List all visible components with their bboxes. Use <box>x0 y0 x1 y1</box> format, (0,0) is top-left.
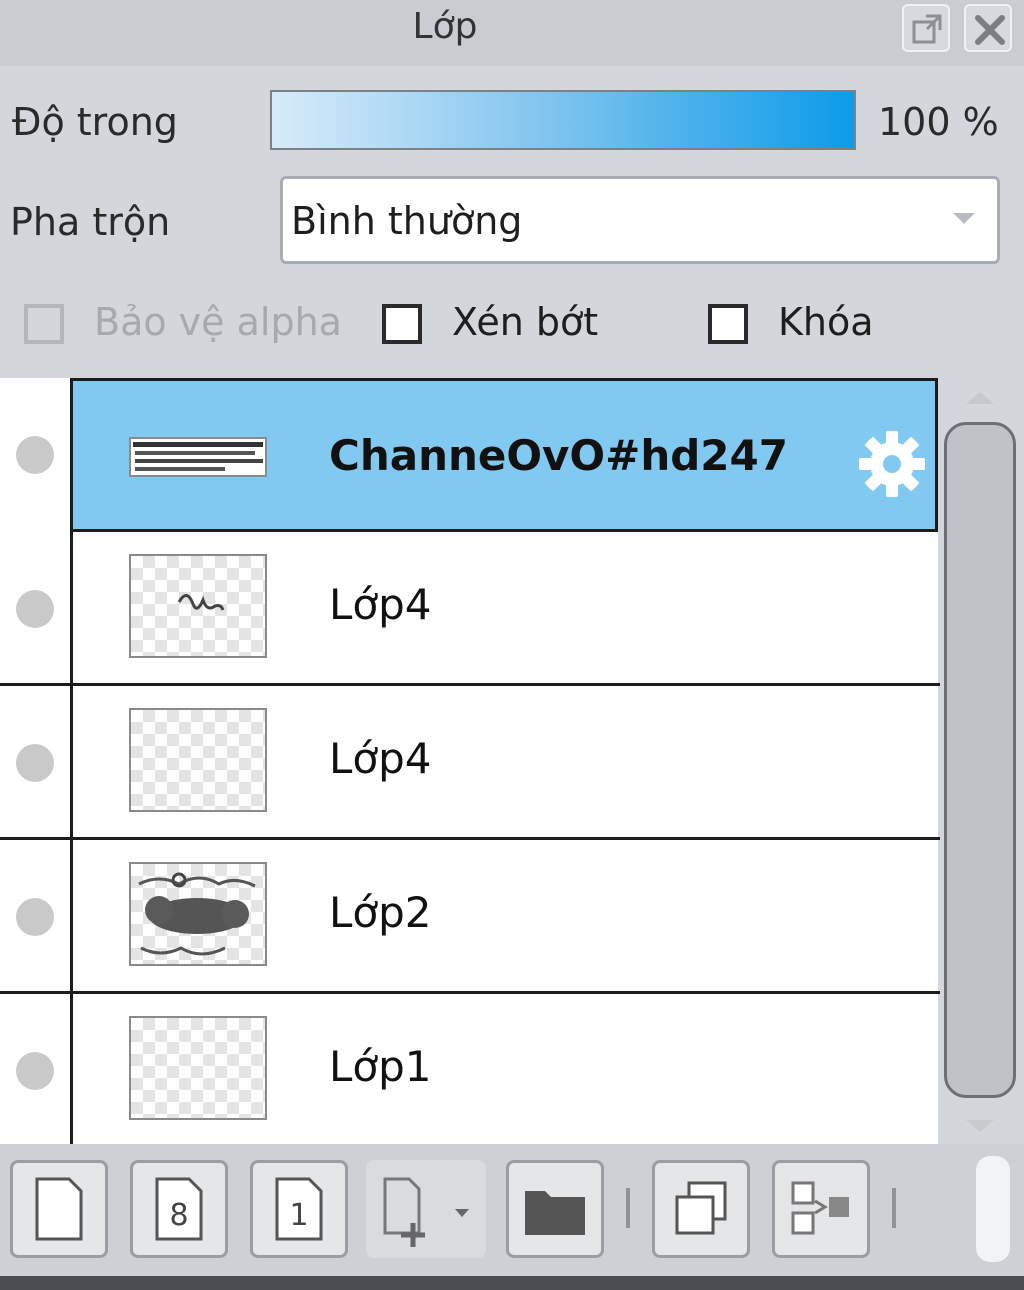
lock-label[interactable]: Khóa <box>778 300 874 344</box>
alpha-protect-label: Bảo vệ alpha <box>94 300 342 344</box>
scroll-down-icon[interactable] <box>966 1120 994 1132</box>
popout-icon <box>912 14 942 44</box>
blend-mode-value: Bình thường <box>291 199 523 243</box>
add-layer-dropdown-button[interactable] <box>366 1160 486 1258</box>
layer-cell[interactable]: ChanneOvO#hd247 <box>70 378 938 532</box>
panel-title: Lớp <box>412 6 478 47</box>
layer-toolbar: 8 1 <box>0 1144 1024 1276</box>
visibility-dot-icon <box>16 898 54 936</box>
layer-list: ChanneOvO#hd247 Lớp4 Lớp4 Lớp2 Lớp1 <box>0 378 940 1144</box>
new-8bit-layer-button[interactable]: 8 <box>130 1160 228 1258</box>
layer-cell[interactable]: Lớp4 <box>70 532 938 686</box>
lock-checkbox[interactable] <box>708 304 748 344</box>
visibility-toggle[interactable] <box>0 532 70 686</box>
opacity-slider[interactable] <box>270 90 856 150</box>
visibility-dot-icon <box>16 1052 54 1090</box>
new-1bit-layer-icon: 1 <box>275 1177 323 1241</box>
panel-bottom-edge <box>0 1276 1024 1290</box>
add-layer-dropdown-icon <box>383 1177 469 1247</box>
new-layer-icon <box>35 1177 83 1241</box>
undock-button[interactable] <box>902 4 950 52</box>
alpha-protect-checkbox <box>24 304 64 344</box>
clip-checkbox[interactable] <box>382 304 422 344</box>
visibility-toggle[interactable] <box>0 994 70 1144</box>
gear-icon[interactable] <box>855 427 929 501</box>
layer-cell[interactable]: Lớp1 <box>70 994 938 1144</box>
blend-mode-label: Pha trộn <box>10 200 171 244</box>
layer-row[interactable]: ChanneOvO#hd247 <box>0 378 940 532</box>
blend-mode-select[interactable]: Bình thường <box>280 176 1000 264</box>
layer-list-scrollbar[interactable] <box>940 378 1024 1144</box>
visibility-dot-icon <box>16 436 54 474</box>
layer-thumbnail <box>129 1016 267 1120</box>
layer-row[interactable]: Lớp2 <box>0 840 940 994</box>
new-folder-button[interactable] <box>506 1160 604 1258</box>
opacity-label: Độ trong <box>12 100 178 144</box>
duplicate-layer-icon <box>675 1181 727 1235</box>
new-layer-button[interactable] <box>10 1160 108 1258</box>
1bit-glyph: 1 <box>289 1198 308 1233</box>
layer-name: ChanneOvO#hd247 <box>329 431 788 480</box>
new-8bit-layer-icon: 8 <box>155 1177 203 1241</box>
layer-cell[interactable]: Lớp2 <box>70 840 938 994</box>
visibility-toggle[interactable] <box>0 686 70 840</box>
scrollbar-thumb[interactable] <box>944 422 1016 1098</box>
layer-cell[interactable]: Lớp4 <box>70 686 938 840</box>
new-1bit-layer-button[interactable]: 1 <box>250 1160 348 1258</box>
8bit-glyph: 8 <box>169 1198 188 1233</box>
layer-row[interactable]: Lớp1 <box>0 994 940 1144</box>
layer-thumbnail <box>129 437 267 477</box>
scroll-up-icon[interactable] <box>966 392 994 404</box>
new-folder-icon <box>525 1191 585 1235</box>
chevron-down-icon <box>953 213 975 224</box>
divider <box>892 1188 896 1228</box>
toolbar-scrollbar[interactable] <box>976 1156 1010 1262</box>
layer-row[interactable]: Lớp4 <box>0 532 940 686</box>
merge-down-icon <box>791 1181 849 1235</box>
duplicate-layer-button[interactable] <box>652 1160 750 1258</box>
visibility-dot-icon <box>16 744 54 782</box>
layer-name: Lớp2 <box>329 888 432 937</box>
close-icon <box>975 15 1005 45</box>
clip-label[interactable]: Xén bớt <box>452 300 598 344</box>
layer-name: Lớp4 <box>329 580 432 629</box>
layer-name: Lớp1 <box>329 1042 432 1091</box>
panel-titlebar: Lớp <box>0 0 1024 66</box>
close-button[interactable] <box>964 4 1012 52</box>
visibility-toggle[interactable] <box>0 840 70 994</box>
visibility-toggle[interactable] <box>0 378 70 532</box>
layer-thumbnail <box>129 862 267 966</box>
divider <box>626 1188 630 1228</box>
layer-thumbnail <box>129 554 267 658</box>
layer-thumbnail <box>129 708 267 812</box>
layer-name: Lớp4 <box>329 734 432 783</box>
visibility-dot-icon <box>16 590 54 628</box>
layer-row[interactable]: Lớp4 <box>0 686 940 840</box>
merge-down-button[interactable] <box>772 1160 870 1258</box>
opacity-value: 100 % <box>878 100 999 144</box>
